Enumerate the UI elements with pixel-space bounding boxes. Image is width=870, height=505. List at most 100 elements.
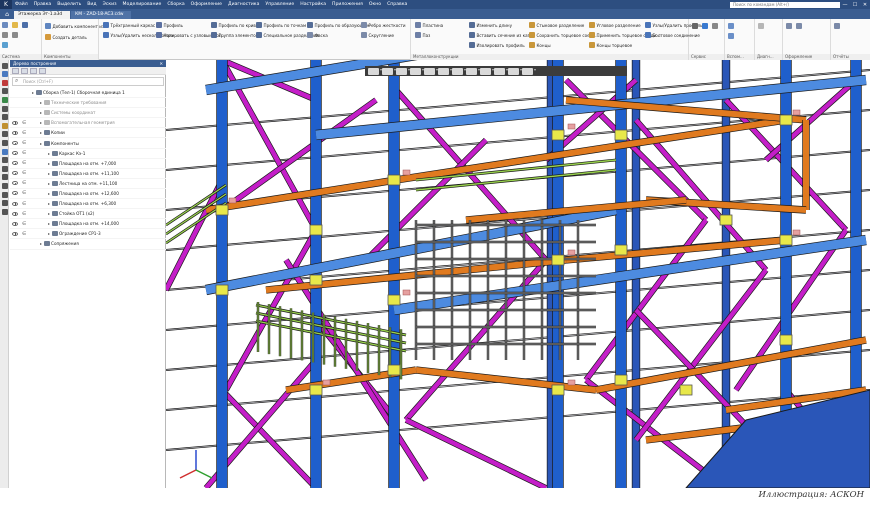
profile-points-button[interactable]: Профиль по точкам bbox=[256, 21, 306, 29]
designation-button[interactable] bbox=[786, 22, 794, 30]
menu-file[interactable]: Файл bbox=[12, 2, 31, 7]
expand-arrow-icon[interactable]: ▸ bbox=[48, 201, 50, 206]
visibility-eye-icon[interactable] bbox=[12, 141, 18, 146]
tree-item[interactable]: ∈ ▸ Вспомогательная геометрия bbox=[10, 118, 166, 129]
tool-array-icon[interactable] bbox=[1, 114, 8, 121]
sort-icon[interactable] bbox=[30, 67, 37, 74]
tree-item[interactable]: ∈ ▸ Площадка на отм. +14,000 bbox=[10, 219, 166, 230]
visibility-eye-icon[interactable] bbox=[12, 171, 18, 176]
element-group-button[interactable]: Группа элементов bbox=[211, 31, 258, 39]
tool-spec-icon[interactable] bbox=[1, 165, 8, 172]
maximize-button[interactable]: ☐ bbox=[850, 2, 860, 8]
rotate-icon[interactable] bbox=[396, 67, 410, 75]
tree-item[interactable]: ∈ ▸ Стойка ОТ1 (x2) bbox=[10, 209, 166, 220]
tree-item[interactable]: ∈ ▸ Ограждение СР1-3 bbox=[10, 229, 166, 240]
menu-edit[interactable]: Правка bbox=[31, 2, 54, 7]
include-icon[interactable]: ∈ bbox=[22, 160, 26, 166]
aux-geometry-button[interactable] bbox=[728, 22, 736, 30]
save-button[interactable] bbox=[22, 21, 30, 29]
gear-button[interactable] bbox=[692, 22, 700, 30]
home-icon[interactable]: ⌂ bbox=[0, 9, 14, 19]
hide-icon[interactable] bbox=[452, 67, 466, 75]
profile-curve-button[interactable]: Профиль по кривой bbox=[211, 21, 261, 29]
include-icon[interactable]: ∈ bbox=[22, 130, 26, 136]
tool-pipe-icon[interactable] bbox=[1, 131, 8, 138]
create-part-button[interactable]: Создать деталь bbox=[45, 33, 87, 41]
visibility-eye-icon[interactable] bbox=[12, 191, 18, 196]
diagnostics-button[interactable] bbox=[758, 22, 766, 30]
visibility-eye-icon[interactable] bbox=[12, 181, 18, 186]
snap-icon[interactable] bbox=[494, 67, 508, 75]
tab-assembly[interactable]: Этажерка Эт-1.a3d bbox=[14, 11, 71, 19]
expand-arrow-icon[interactable]: ▸ bbox=[48, 151, 50, 156]
tree-item[interactable]: ∈ ▸ Площадка на отм. +7,000 bbox=[10, 159, 166, 169]
tree-item[interactable]: ∈ ▸ Каркас Кэ-1 bbox=[10, 149, 166, 159]
minimize-button[interactable]: — bbox=[840, 2, 850, 8]
tool-sketch-icon[interactable] bbox=[1, 71, 8, 78]
tool-cable-icon[interactable] bbox=[1, 139, 8, 146]
tool-model-icon[interactable] bbox=[1, 79, 8, 86]
tool-render-icon[interactable] bbox=[1, 191, 8, 198]
ends-button[interactable]: Концы bbox=[529, 41, 551, 49]
tool-weld-icon[interactable] bbox=[1, 122, 8, 129]
tool-sheet-icon[interactable] bbox=[1, 105, 8, 112]
menu-manage[interactable]: Управление bbox=[262, 2, 297, 7]
include-icon[interactable]: ∈ bbox=[22, 201, 26, 207]
butt-split-button[interactable]: Стыковое разделение bbox=[529, 21, 584, 29]
tree-item[interactable]: ∈ ▸ Площадка на отм. +11,100 bbox=[10, 169, 166, 179]
include-icon[interactable]: ∈ bbox=[22, 211, 26, 217]
tree-item[interactable]: ∈ ▸ Площадка на отм. +6,300 bbox=[10, 199, 166, 210]
new-doc-button[interactable] bbox=[2, 21, 10, 29]
include-icon[interactable]: ∈ bbox=[22, 221, 26, 227]
orientation-icon[interactable] bbox=[410, 67, 424, 75]
expand-arrow-icon[interactable]: ▸ bbox=[40, 130, 42, 135]
slot-button[interactable]: Паз bbox=[415, 31, 430, 39]
expand-arrow-icon[interactable]: ▸ bbox=[48, 181, 50, 186]
tool-analysis-icon[interactable] bbox=[1, 200, 8, 207]
filter-objects-icon[interactable] bbox=[466, 67, 480, 75]
menu-modeling[interactable]: Моделирование bbox=[120, 2, 165, 7]
isolate-profile-button[interactable]: Изолировать профиль bbox=[469, 41, 525, 49]
menu-assembly[interactable]: Сборка bbox=[164, 2, 187, 7]
frame-button[interactable]: Трёхгранный каркас bbox=[103, 21, 155, 29]
chamfer-button[interactable]: Фаска bbox=[307, 31, 328, 39]
include-icon[interactable]: ∈ bbox=[22, 180, 26, 186]
stiffener-button[interactable]: Ребро жесткости bbox=[361, 21, 406, 29]
expand-arrow-icon[interactable]: ▸ bbox=[48, 171, 50, 176]
visibility-eye-icon[interactable] bbox=[12, 231, 18, 236]
tree-item[interactable]: ∈ ▸ Компоненты bbox=[10, 138, 166, 149]
expand-arrow-icon[interactable]: ▸ bbox=[48, 161, 50, 166]
properties-button[interactable] bbox=[2, 41, 10, 49]
tool-select-icon[interactable] bbox=[1, 62, 8, 69]
include-icon[interactable]: ∈ bbox=[22, 170, 26, 176]
tool-metal-icon[interactable] bbox=[1, 148, 8, 155]
menu-sketch[interactable]: Эскиз bbox=[100, 2, 120, 7]
tree-view-icon[interactable] bbox=[21, 67, 28, 74]
menu-drafting[interactable]: Оформление bbox=[188, 2, 225, 7]
visibility-eye-icon[interactable] bbox=[12, 130, 18, 135]
help-button[interactable] bbox=[702, 22, 710, 30]
include-icon[interactable]: ∈ bbox=[22, 150, 26, 156]
expand-arrow-icon[interactable]: ▸ bbox=[48, 211, 50, 216]
profile-button[interactable]: Профиль bbox=[156, 21, 183, 29]
undo-button[interactable] bbox=[2, 31, 10, 39]
open-button[interactable] bbox=[12, 21, 20, 29]
tree-item[interactable]: ∈ ▸ Лестница на отм. +11,100 bbox=[10, 179, 166, 189]
expand-arrow-icon[interactable]: ▸ bbox=[48, 221, 50, 226]
include-icon[interactable]: ∈ bbox=[22, 190, 26, 196]
section-icon[interactable] bbox=[438, 67, 452, 75]
measure-view-icon[interactable] bbox=[508, 67, 522, 75]
fillet-button[interactable]: Скругление bbox=[361, 31, 394, 39]
corner-split-button[interactable]: Угловое разделение bbox=[589, 21, 641, 29]
model-viewport[interactable] bbox=[166, 60, 870, 488]
insert-section-button[interactable]: Вставить сечение из кат... bbox=[469, 31, 534, 39]
expand-arrow-icon[interactable]: ▸ bbox=[40, 141, 42, 146]
tree-item[interactable]: ▸ Технические требования bbox=[10, 98, 166, 109]
list-view-icon[interactable] bbox=[39, 67, 46, 74]
include-icon[interactable]: ∈ bbox=[22, 140, 26, 146]
expand-arrow-icon[interactable]: ▸ bbox=[40, 100, 42, 105]
display-mode-icon[interactable] bbox=[424, 67, 438, 75]
expand-arrow-icon[interactable]: ▸ bbox=[40, 241, 42, 246]
camera-icon[interactable] bbox=[522, 67, 536, 75]
tool-dimension-icon[interactable] bbox=[1, 208, 8, 215]
